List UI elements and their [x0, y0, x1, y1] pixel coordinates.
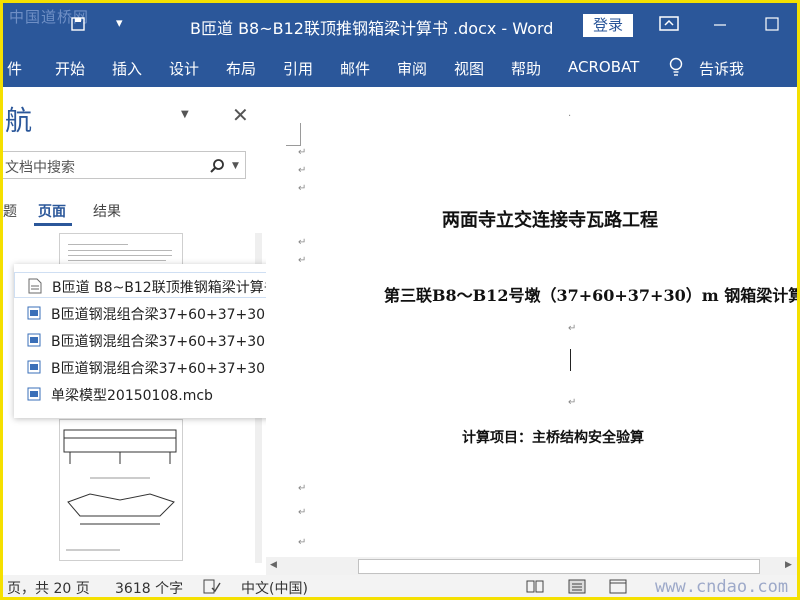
site-watermark-url: www.cndao.com	[655, 577, 789, 597]
tab-references[interactable]: 引用	[283, 58, 313, 79]
model-file-icon	[27, 387, 41, 401]
search-icon[interactable]	[209, 158, 225, 174]
web-layout-icon[interactable]	[609, 579, 627, 594]
nav-search-input[interactable]: 文档中搜索 ▼	[3, 151, 246, 179]
tab-acrobat[interactable]: ACROBAT	[568, 58, 639, 76]
proofing-icon[interactable]	[203, 579, 221, 594]
close-icon[interactable]: ✕	[232, 103, 249, 127]
paragraph-mark: ↵	[298, 255, 307, 266]
tab-home[interactable]: 开始	[55, 58, 85, 79]
paragraph-mark: ·	[568, 111, 572, 122]
paragraph-mark: ↵	[298, 147, 307, 158]
paragraph-mark: ↵	[298, 165, 307, 176]
calculation-item-title: 计算项目：主桥结构安全验算	[462, 430, 644, 446]
page-count[interactable]: 页，共 20 页	[7, 578, 90, 597]
title-bar: 中国道桥网 ▾ B匝道 B8~B12联顶推钢箱梁计算书 .docx - Word…	[3, 3, 797, 47]
paragraph-mark: ↵	[568, 323, 577, 334]
tab-mailings[interactable]: 邮件	[340, 58, 370, 79]
tab-headings[interactable]: 题	[3, 201, 17, 221]
search-options-chevron-icon[interactable]: ▼	[232, 161, 239, 171]
print-layout-icon[interactable]	[568, 579, 586, 594]
scroll-right-icon[interactable]: ▶	[785, 560, 792, 570]
tab-layout[interactable]: 布局	[226, 58, 256, 79]
customize-qat-icon[interactable]: ▾	[116, 16, 123, 31]
model-file-icon	[27, 360, 41, 374]
minimize-icon[interactable]	[709, 13, 731, 35]
read-mode-icon[interactable]	[526, 579, 544, 594]
tell-me-search[interactable]: 告诉我	[699, 58, 744, 79]
status-bar: 页，共 20 页 3618 个字 中文(中国) www.cndao.com	[3, 575, 797, 597]
active-tab-underline	[34, 223, 72, 226]
nav-pane-title: 航	[5, 106, 32, 137]
language-indicator[interactable]: 中文(中国)	[241, 578, 308, 597]
recent-file-label: 单梁模型20150108.mcb	[51, 388, 213, 404]
paragraph-mark: ↵	[298, 537, 307, 548]
tab-pages[interactable]: 页面	[38, 201, 66, 221]
tab-design[interactable]: 设计	[169, 58, 199, 79]
nav-options-chevron-icon[interactable]: ▼	[181, 109, 189, 120]
paragraph-mark: ↵	[568, 397, 577, 408]
model-file-icon	[27, 306, 41, 320]
login-button[interactable]: 登录	[583, 14, 633, 37]
paragraph-mark: ↵	[298, 237, 307, 248]
document-subtitle: 第三联B8～B12号墩（37+60+37+30）m 钢箱梁计算书	[384, 286, 797, 305]
ribbon-display-options-icon[interactable]	[659, 16, 679, 31]
word-count[interactable]: 3618 个字	[115, 578, 183, 597]
text-cursor	[570, 349, 571, 371]
paragraph-mark: ↵	[298, 483, 307, 494]
document-page[interactable]: · ↵ ↵ ↵ 两面寺立交连接寺瓦路工程 ↵ ↵ 第三联B8～B12号墩（37+…	[266, 87, 797, 557]
save-icon[interactable]	[71, 17, 85, 31]
tab-file[interactable]: 件	[7, 58, 22, 79]
paragraph-mark: ↵	[298, 507, 307, 518]
window-title: B匝道 B8~B12联顶推钢箱梁计算书 .docx - Word	[190, 19, 554, 38]
word-window: 中国道桥网 ▾ B匝道 B8~B12联顶推钢箱梁计算书 .docx - Word…	[0, 0, 800, 600]
tab-results[interactable]: 结果	[93, 201, 121, 221]
margin-corner-mark	[286, 123, 301, 146]
search-placeholder: 文档中搜索	[5, 160, 75, 176]
page-thumbnail[interactable]	[59, 419, 183, 561]
ribbon-tab-bar: 件 开始 插入 设计 布局 引用 邮件 审阅 视图 帮助 ACROBAT 告诉我	[3, 47, 797, 87]
tab-insert[interactable]: 插入	[112, 58, 142, 79]
thumbnail-drawing	[63, 429, 177, 551]
tab-help[interactable]: 帮助	[511, 58, 541, 79]
model-file-icon	[27, 333, 41, 347]
tab-view[interactable]: 视图	[454, 58, 484, 79]
scroll-left-icon[interactable]: ◀	[270, 560, 277, 570]
document-icon	[28, 278, 42, 294]
maximize-icon[interactable]	[761, 13, 783, 35]
horizontal-scrollbar[interactable]: ◀ ▶	[266, 557, 797, 575]
scrollbar-thumb[interactable]	[358, 559, 760, 574]
document-heading: 两面寺立交连接寺瓦路工程	[442, 210, 658, 231]
lightbulb-icon[interactable]	[669, 57, 683, 77]
paragraph-mark: ↵	[298, 183, 307, 194]
tab-review[interactable]: 审阅	[397, 58, 427, 79]
